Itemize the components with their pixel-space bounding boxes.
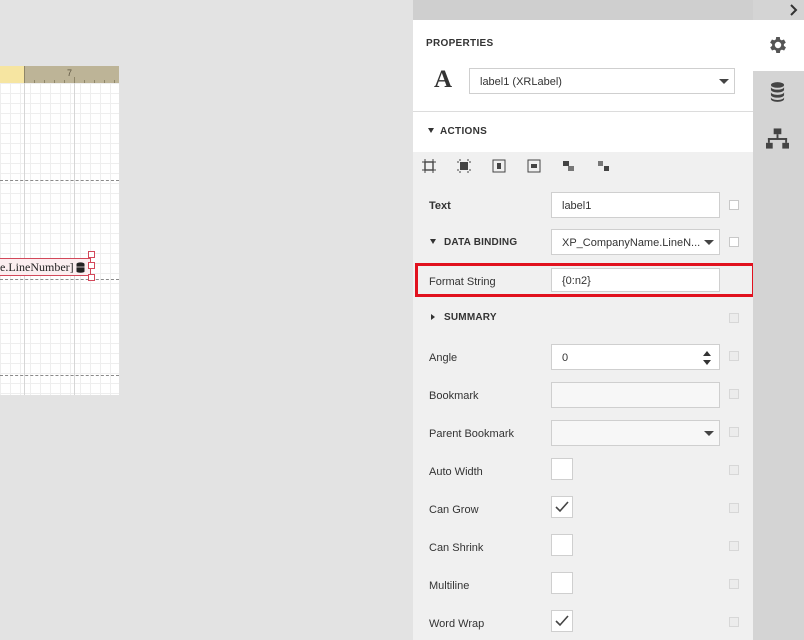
parent-bookmark-dropdown[interactable]	[551, 420, 720, 446]
tab-report-explorer[interactable]	[753, 117, 804, 163]
text-property-field[interactable]: label1	[551, 192, 720, 218]
actions-section-header[interactable]: ACTIONS	[413, 112, 753, 152]
can-shrink-marker[interactable]	[729, 541, 739, 551]
parent-bookmark-marker[interactable]	[729, 427, 739, 437]
side-tab-strip	[753, 0, 804, 640]
resize-handle-bottom[interactable]	[88, 274, 95, 281]
align-to-grid-icon[interactable]	[421, 158, 437, 174]
band-divider	[0, 375, 119, 376]
control-selector-value: label1 (XRLabel)	[480, 76, 562, 88]
expand-triangle-icon	[428, 128, 434, 133]
word-wrap-label: Word Wrap	[429, 618, 485, 630]
panel-title: PROPERTIES	[426, 38, 494, 49]
resize-handle-top[interactable]	[88, 251, 95, 258]
ruler-selection-highlight	[0, 66, 24, 83]
panel-top-bar	[413, 0, 804, 20]
multiline-checkbox[interactable]	[551, 572, 573, 594]
data-binding-dropdown[interactable]: XP_CompanyName.LineN...	[551, 229, 720, 255]
text-property-marker[interactable]	[729, 200, 739, 210]
angle-value: 0	[562, 352, 569, 364]
can-grow-marker[interactable]	[729, 503, 739, 513]
control-selector-dropdown[interactable]: label1 (XRLabel)	[469, 68, 735, 94]
checkmark-icon	[555, 501, 569, 513]
report-page[interactable]: e.LineNumber]	[0, 83, 119, 395]
chevron-down-icon	[704, 431, 714, 436]
band-divider	[0, 279, 119, 280]
can-shrink-label: Can Shrink	[429, 542, 484, 554]
center-horizontally-icon[interactable]	[491, 158, 507, 174]
tab-properties[interactable]	[753, 20, 804, 71]
chevron-right-icon[interactable]	[787, 3, 801, 17]
data-binding-header[interactable]: DATA BINDING	[444, 237, 517, 248]
spin-up-icon[interactable]	[703, 351, 711, 356]
word-wrap-marker[interactable]	[729, 617, 739, 627]
angle-label: Angle	[429, 352, 458, 364]
bookmark-marker[interactable]	[729, 389, 739, 399]
chevron-down-icon	[719, 79, 729, 84]
hierarchy-icon	[766, 128, 789, 149]
chevron-down-icon	[704, 240, 714, 245]
band-divider	[0, 180, 119, 181]
format-string-highlight	[415, 263, 755, 297]
data-binding-value: XP_CompanyName.LineN...	[562, 237, 701, 249]
word-wrap-checkbox[interactable]	[551, 610, 573, 632]
ruler-mark: 7	[67, 68, 73, 78]
text-property-value: label1	[562, 200, 592, 212]
angle-marker[interactable]	[729, 351, 739, 361]
can-grow-label: Can Grow	[429, 504, 479, 516]
horizontal-ruler: 7	[0, 66, 119, 83]
can-shrink-checkbox[interactable]	[551, 534, 573, 556]
database-icon	[770, 82, 785, 102]
summary-marker[interactable]	[729, 313, 739, 323]
spin-down-icon[interactable]	[703, 360, 711, 365]
bookmark-label: Bookmark	[429, 390, 479, 402]
panel-header: PROPERTIES A label1 (XRLabel)	[413, 20, 753, 112]
auto-width-checkbox[interactable]	[551, 458, 573, 480]
resize-handle-right[interactable]	[88, 262, 95, 269]
selected-label-control[interactable]: e.LineNumber]	[0, 258, 91, 276]
design-surface[interactable]: 7 e.LineNumber]	[0, 0, 412, 640]
auto-width-label: Auto Width	[429, 466, 483, 478]
can-grow-checkbox[interactable]	[551, 496, 573, 518]
bookmark-field[interactable]	[551, 382, 720, 408]
expand-triangle-icon[interactable]	[430, 239, 436, 244]
multiline-marker[interactable]	[729, 579, 739, 589]
properties-panel: PROPERTIES A label1 (XRLabel) ACTIONS Te…	[413, 0, 804, 640]
gear-icon	[770, 37, 786, 53]
bring-to-front-icon[interactable]	[561, 158, 577, 174]
label-type-icon: A	[434, 66, 453, 93]
tab-field-list[interactable]	[753, 71, 804, 117]
parent-bookmark-label: Parent Bookmark	[429, 428, 514, 440]
actions-header-label: ACTIONS	[440, 126, 488, 137]
text-property-label: Text	[429, 200, 451, 212]
send-to-back-icon[interactable]	[596, 158, 612, 174]
summary-header[interactable]: SUMMARY	[444, 312, 497, 323]
database-icon[interactable]	[76, 262, 85, 273]
multiline-label: Multiline	[429, 580, 470, 592]
auto-width-marker[interactable]	[729, 465, 739, 475]
collapsed-triangle-icon[interactable]	[431, 314, 435, 320]
size-to-grid-icon[interactable]	[456, 158, 472, 174]
label-control-text: e.LineNumber]	[0, 260, 74, 274]
checkmark-icon	[555, 615, 569, 627]
center-vertically-icon[interactable]	[526, 158, 542, 174]
data-binding-marker[interactable]	[729, 237, 739, 247]
angle-spinner[interactable]: 0	[551, 344, 720, 370]
action-toolbar	[413, 158, 753, 178]
